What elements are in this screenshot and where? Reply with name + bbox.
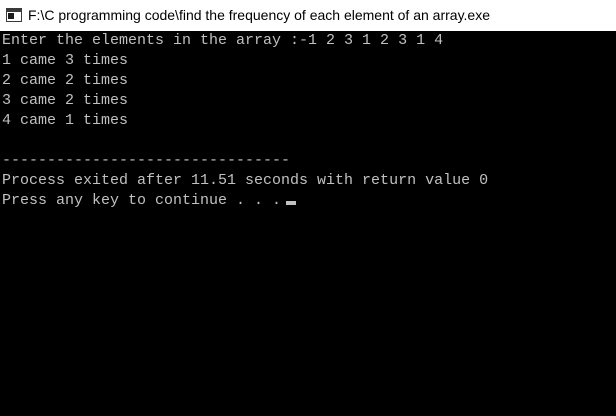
console-line-result-1: 1 came 3 times	[2, 52, 129, 69]
console-line-continue-prompt: Press any key to continue . . .	[2, 191, 297, 211]
console-line-result-3: 3 came 2 times	[2, 92, 129, 109]
console-separator: --------------------------------	[2, 152, 291, 169]
continue-prompt-text: Press any key to continue . . .	[2, 192, 282, 209]
console-line-exit-status: Process exited after 11.51 seconds with …	[2, 172, 489, 189]
text-cursor	[286, 201, 297, 205]
console-line-result-2: 2 came 2 times	[2, 72, 129, 89]
title-bar[interactable]: F:\C programming code\find the frequency…	[0, 0, 616, 31]
console-window[interactable]: F:\C programming code\find the frequency…	[0, 0, 616, 416]
console-output[interactable]: Enter the elements in the array :-1 2 3 …	[0, 31, 616, 416]
console-line-result-4: 4 came 1 times	[2, 112, 129, 129]
window-title: F:\C programming code\find the frequency…	[28, 7, 490, 23]
console-line-input-prompt: Enter the elements in the array :-1 2 3 …	[2, 32, 444, 49]
console-app-icon	[6, 8, 22, 22]
